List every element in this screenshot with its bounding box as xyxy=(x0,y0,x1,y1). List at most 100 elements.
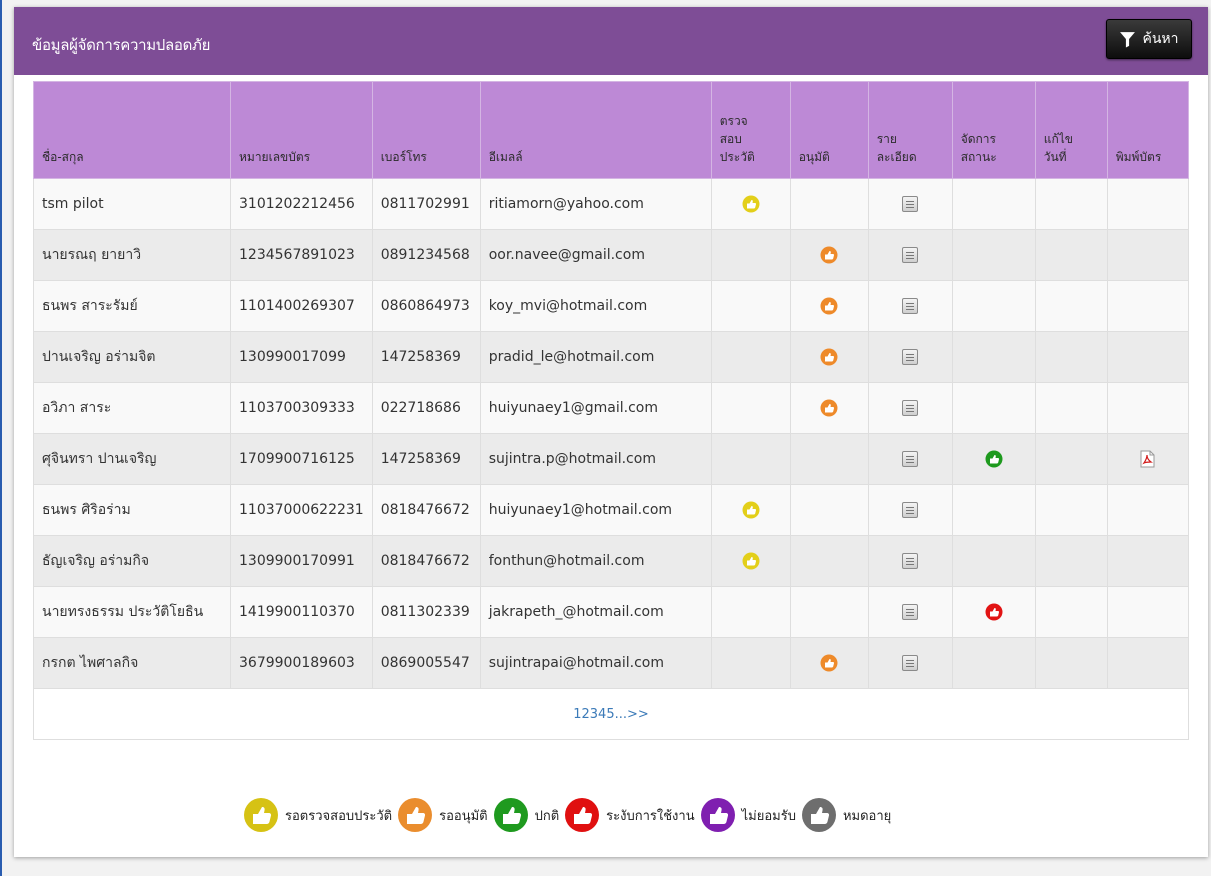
col-edit-date: แก้ไข วันที่ xyxy=(1034,81,1108,179)
cell-card: 1234567891023 xyxy=(230,229,373,281)
table-row: ปานเจริญ อร่ามจิต 130990017099 147258369 pr… xyxy=(33,331,1190,383)
cell-email: fonthun@hotmail.com xyxy=(479,535,712,587)
search-label: ค้นหา xyxy=(1142,31,1179,47)
thumbs-up-icon xyxy=(244,798,278,832)
detail-icon[interactable] xyxy=(902,298,919,314)
col-print-card: พิมพ์บัตร xyxy=(1106,81,1190,179)
approve-icon[interactable] xyxy=(820,297,838,315)
pager-cell: 12345...>> xyxy=(33,688,1189,740)
cell-card: 1419900110370 xyxy=(230,586,373,638)
table-row: อวิภา สาระ 1103700309333 022718686 huiyunae… xyxy=(33,382,1190,434)
cell-print-card xyxy=(1106,178,1190,230)
cell-detail xyxy=(867,535,953,587)
legend-item: ปกติ xyxy=(493,797,559,833)
cell-print-card xyxy=(1106,229,1190,281)
cell-phone: 147258369 xyxy=(371,433,481,485)
cell-approve xyxy=(789,535,869,587)
cell-card: 3101202212456 xyxy=(230,178,373,230)
cell-detail xyxy=(867,229,953,281)
cell-card: 1309900170991 xyxy=(230,535,373,587)
cell-approve xyxy=(789,586,869,638)
cell-detail xyxy=(867,433,953,485)
approve-icon[interactable] xyxy=(820,348,838,366)
approve-icon[interactable] xyxy=(820,654,838,672)
col-approve: อนุมัติ xyxy=(789,81,869,179)
cell-manage-status xyxy=(951,178,1036,230)
page-link-5[interactable]: 5 xyxy=(606,707,614,722)
cell-phone: 0811702991 xyxy=(371,178,481,230)
cell-name: ธนพร ศิริอร่าม xyxy=(33,484,231,536)
detail-icon[interactable] xyxy=(902,553,919,569)
cell-phone: 022718686 xyxy=(371,382,481,434)
page-link-2[interactable]: 2 xyxy=(581,707,589,722)
cell-print-card xyxy=(1106,535,1190,587)
page-next-link[interactable]: ...>> xyxy=(615,707,649,722)
cell-name: ธนพร สาระรัมย์ xyxy=(33,280,231,332)
detail-icon[interactable] xyxy=(902,349,919,365)
legend-label: รอตรวจสอบประวัติ xyxy=(285,808,393,824)
cell-phone: 0891234568 xyxy=(371,229,481,281)
cell-detail xyxy=(867,382,953,434)
cell-name: ธัญเจริญ อร่ามกิจ xyxy=(33,535,231,587)
manage-status-icon[interactable] xyxy=(985,603,1003,621)
detail-icon[interactable] xyxy=(902,196,919,212)
legend-label: รออนุมัติ xyxy=(439,808,488,824)
cell-detail xyxy=(867,280,953,332)
cell-edit-date xyxy=(1034,586,1108,638)
thumbs-up-icon xyxy=(700,798,735,832)
cell-card: 1103700309333 xyxy=(230,382,373,434)
detail-icon[interactable] xyxy=(902,655,919,671)
pdf-icon[interactable] xyxy=(1140,450,1155,468)
cell-manage-status xyxy=(951,637,1036,689)
cell-manage-status xyxy=(951,484,1036,536)
check-history-icon[interactable] xyxy=(742,552,760,570)
check-history-icon[interactable] xyxy=(742,195,760,213)
cell-email: pradid_le@hotmail.com xyxy=(479,331,712,383)
legend-label: หมดอายุ xyxy=(842,808,892,824)
cell-check-history xyxy=(710,229,791,281)
cell-print-card xyxy=(1106,484,1190,536)
detail-icon[interactable] xyxy=(902,604,919,620)
cell-manage-status xyxy=(951,280,1036,332)
cell-check-history xyxy=(710,535,791,587)
pager-row: 12345...>> xyxy=(33,688,1189,740)
cell-name: tsm pilot xyxy=(33,178,231,230)
cell-check-history xyxy=(710,382,791,434)
detail-icon[interactable] xyxy=(902,247,919,263)
manage-status-icon[interactable] xyxy=(985,450,1003,468)
thumbs-up-icon xyxy=(398,798,433,832)
col-phone: เบอร์โทร xyxy=(371,81,481,179)
search-button[interactable]: ค้นหา xyxy=(1106,19,1192,59)
detail-icon[interactable] xyxy=(902,451,919,467)
cell-edit-date xyxy=(1034,178,1108,230)
col-manage-status: จัดการ สถานะ xyxy=(951,81,1036,179)
approve-icon[interactable] xyxy=(820,399,838,417)
check-history-icon[interactable] xyxy=(742,501,760,519)
cell-edit-date xyxy=(1034,382,1108,434)
legend-item: หมดอายุ xyxy=(801,797,891,833)
cell-card: 3679900189603 xyxy=(230,637,373,689)
cell-edit-date xyxy=(1034,229,1108,281)
cell-email: huiyunaey1@gmail.com xyxy=(479,382,712,434)
filter-icon xyxy=(1120,31,1136,47)
cell-email: sujintrapai@hotmail.com xyxy=(479,637,712,689)
cell-edit-date xyxy=(1034,331,1108,383)
approve-icon[interactable] xyxy=(820,246,838,264)
table-row: นายรณฤ ยายาวิ 1234567891023 0891234568 oor.… xyxy=(33,229,1190,281)
cell-edit-date xyxy=(1034,637,1108,689)
cell-card: 1101400269307 xyxy=(230,280,373,332)
cell-detail xyxy=(867,331,953,383)
cell-print-card xyxy=(1106,586,1190,638)
cell-check-history xyxy=(710,637,791,689)
detail-icon[interactable] xyxy=(902,502,919,518)
page-link-3[interactable]: 3 xyxy=(590,707,598,722)
cell-email: sujintra.p@hotmail.com xyxy=(479,433,712,485)
col-check-history: ตรวจ สอบ ประวัติ xyxy=(710,81,791,179)
table-row: นายทรงธรรม ประวัติโยธิน 1419900110370 0811… xyxy=(33,586,1190,638)
table-row: กรกต ไพศาลกิจ 3679900189603 0869005547 suji… xyxy=(33,637,1190,689)
panel-header: ข้อมูลผู้จัดการความปลอดภัย ค้นหา xyxy=(14,7,1208,75)
detail-icon[interactable] xyxy=(902,400,919,416)
col-card: หมายเลขบัตร xyxy=(230,81,373,179)
cell-approve xyxy=(789,637,869,689)
cell-card: 11037000622231 xyxy=(230,484,373,536)
